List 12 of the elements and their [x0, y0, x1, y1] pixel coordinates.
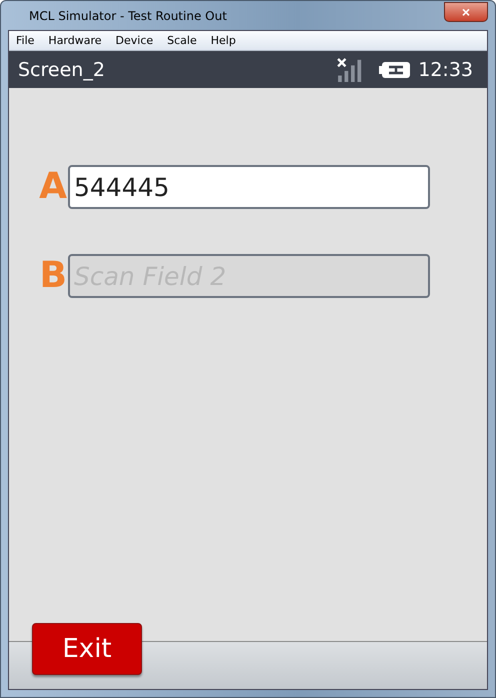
menu-item[interactable]: Help — [204, 34, 243, 47]
field-label: B — [38, 258, 67, 294]
input-field[interactable]: 544445 — [68, 165, 430, 209]
menu-item[interactable]: Scale — [160, 34, 204, 47]
window-title: MCL Simulator - Test Routine Out — [28, 8, 227, 22]
field-label: A — [38, 169, 67, 205]
menu-item[interactable]: File — [9, 34, 42, 47]
menu-item[interactable]: Hardware — [41, 34, 109, 47]
exit-button[interactable]: Exit — [32, 623, 142, 675]
clock: 12:33 — [418, 58, 473, 80]
menu-item[interactable]: Device — [108, 34, 160, 47]
screen-title: Screen_2 — [18, 58, 106, 80]
